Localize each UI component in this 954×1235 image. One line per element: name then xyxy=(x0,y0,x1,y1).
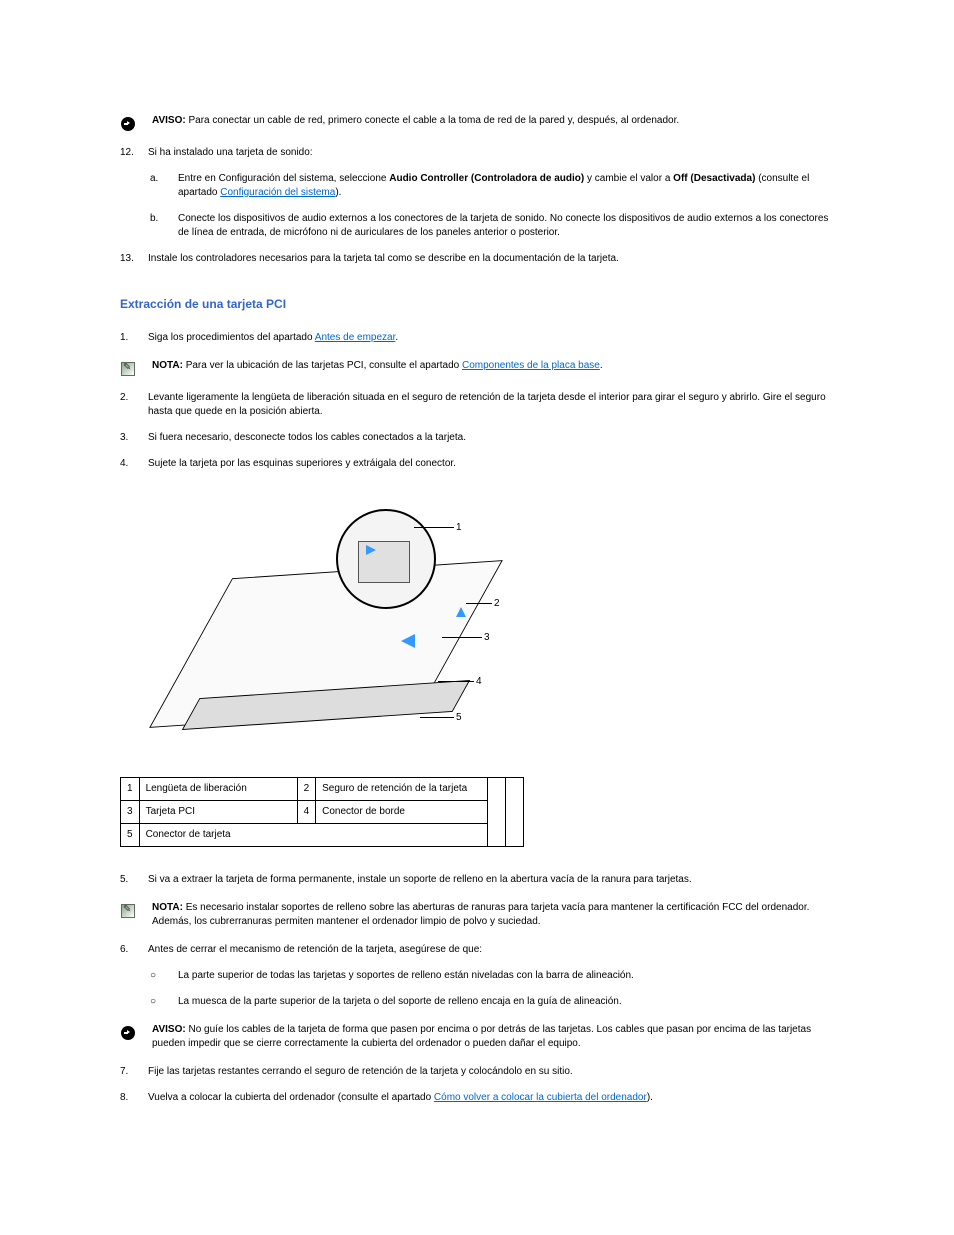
step-body: Si va a extraer la tarjeta de forma perm… xyxy=(148,873,834,887)
link-colocar-cubierta[interactable]: Cómo volver a colocar la cubierta del or… xyxy=(434,1092,647,1103)
diagram-pci-removal: 1 2 3 4 5 xyxy=(166,489,506,749)
step-num: 13. xyxy=(120,252,140,266)
notice-icon xyxy=(120,116,136,132)
nota-label: NOTA: xyxy=(152,360,183,371)
sub-body: La parte superior de todas las tarjetas … xyxy=(178,969,834,983)
callout-5: 5 xyxy=(456,711,462,725)
legend-spacer xyxy=(488,777,506,846)
step-4: 4. Sujete la tarjeta por las esquinas su… xyxy=(120,457,834,471)
step-2: 2. Levante ligeramente la lengüeta de li… xyxy=(120,391,834,419)
text-pre: Siga los procedimientos del apartado xyxy=(148,332,315,343)
step-8: 8. Vuelva a colocar la cubierta del orde… xyxy=(120,1091,834,1105)
nota-soportes-relleno: NOTA: Es necesario instalar soportes de … xyxy=(120,901,834,929)
sub-body: La muesca de la parte superior de la tar… xyxy=(178,995,834,1009)
text-off: Off (Desactivada) xyxy=(673,173,755,184)
step-num: 2. xyxy=(120,391,140,419)
text-post: y cambie el valor a xyxy=(584,173,673,184)
aviso-cables-tarjeta: AVISO: No guíe los cables de la tarjeta … xyxy=(120,1023,834,1051)
step-12a: a. Entre en Configuración del sistema, s… xyxy=(120,172,834,200)
step-num: 12. xyxy=(120,146,140,160)
aviso-label: AVISO: xyxy=(152,1024,186,1035)
callout-3: 3 xyxy=(484,631,490,645)
legend-spacer xyxy=(506,777,524,846)
note-icon xyxy=(120,361,136,377)
step-body: Conecte los dispositivos de audio extern… xyxy=(178,212,834,240)
legend-num: 3 xyxy=(121,800,140,823)
step-body: Instale los controladores necesarios par… xyxy=(148,252,834,266)
text-mid: Audio Controller (Controladora de audio) xyxy=(389,173,584,184)
step-num: 7. xyxy=(120,1065,140,1079)
heading-extraccion-pci: Extracción de una tarjeta PCI xyxy=(120,296,834,313)
link-componentes-placa[interactable]: Componentes de la placa base xyxy=(462,360,600,371)
aviso-text: AVISO: No guíe los cables de la tarjeta … xyxy=(152,1023,834,1051)
text-post: . xyxy=(395,332,398,343)
step-6: 6. Antes de cerrar el mecanismo de reten… xyxy=(120,943,834,957)
step-num: 8. xyxy=(120,1091,140,1105)
step-12: 12. Si ha instalado una tarjeta de sonid… xyxy=(120,146,834,160)
text-pre: Entre en Configuración del sistema, sele… xyxy=(178,173,389,184)
step-num: 1. xyxy=(120,331,140,345)
aviso-cable-red: AVISO: Para conectar un cable de red, pr… xyxy=(120,114,834,132)
step-7: 7. Fije las tarjetas restantes cerrando … xyxy=(120,1065,834,1079)
legend-num: 1 xyxy=(121,777,140,800)
step-body: Antes de cerrar el mecanismo de retenció… xyxy=(148,943,834,957)
bullet: ○ xyxy=(150,995,170,1009)
text-pre: Vuelva a colocar la cubierta del ordenad… xyxy=(148,1092,434,1103)
legend-label: Conector de tarjeta xyxy=(139,823,488,846)
nota-body: Es necesario instalar soportes de rellen… xyxy=(152,902,809,927)
step-1: 1. Siga los procedimientos del apartado … xyxy=(120,331,834,345)
step-num: 6. xyxy=(120,943,140,957)
step-letter: b. xyxy=(150,212,170,240)
legend-label: Conector de borde xyxy=(316,800,488,823)
bullet: ○ xyxy=(150,969,170,983)
note-icon xyxy=(120,903,136,919)
step-5: 5. Si va a extraer la tarjeta de forma p… xyxy=(120,873,834,887)
step-num: 5. xyxy=(120,873,140,887)
text-close: ). xyxy=(335,187,341,198)
nota-text: NOTA: Es necesario instalar soportes de … xyxy=(152,901,834,929)
callout-2: 2 xyxy=(494,597,500,611)
step-body: Si ha instalado una tarjeta de sonido: xyxy=(148,146,834,160)
step-body: Si fuera necesario, desconecte todos los… xyxy=(148,431,834,445)
aviso-body: Para conectar un cable de red, primero c… xyxy=(189,115,680,126)
step-num: 4. xyxy=(120,457,140,471)
aviso-body-post: correctamente la cubierta del ordenador … xyxy=(284,1038,580,1049)
text-post: ). xyxy=(647,1092,653,1103)
notice-icon xyxy=(120,1025,136,1041)
step-num: 3. xyxy=(120,431,140,445)
nota-ubicacion-pci: NOTA: Para ver la ubicación de las tarje… xyxy=(120,359,834,377)
step-body: Fije las tarjetas restantes cerrando el … xyxy=(148,1065,834,1079)
step-body: Levante ligeramente la lengüeta de liber… xyxy=(148,391,834,419)
step-body: Siga los procedimientos del apartado Ant… xyxy=(148,331,834,345)
step-body: Vuelva a colocar la cubierta del ordenad… xyxy=(148,1091,834,1105)
callout-1: 1 xyxy=(456,521,462,535)
legend-label: Lengüeta de liberación xyxy=(139,777,297,800)
step-letter: a. xyxy=(150,172,170,200)
step-13: 13. Instale los controladores necesarios… xyxy=(120,252,834,266)
legend-label: Seguro de retención de la tarjeta xyxy=(316,777,488,800)
link-config-sistema[interactable]: Configuración del sistema xyxy=(220,187,335,198)
diagram-legend-table: 1 Lengüeta de liberación 2 Seguro de ret… xyxy=(120,777,524,847)
step-3: 3. Si fuera necesario, desconecte todos … xyxy=(120,431,834,445)
legend-label: Tarjeta PCI xyxy=(139,800,297,823)
aviso-label: AVISO: xyxy=(152,115,186,126)
table-row: 1 Lengüeta de liberación 2 Seguro de ret… xyxy=(121,777,524,800)
step-body: Sujete la tarjeta por las esquinas super… xyxy=(148,457,834,471)
step-12b: b. Conecte los dispositivos de audio ext… xyxy=(120,212,834,240)
nota-label: NOTA: xyxy=(152,902,183,913)
nota-body-post: . xyxy=(600,360,603,371)
step-body: Entre en Configuración del sistema, sele… xyxy=(178,172,834,200)
step-6-sub2: ○ La muesca de la parte superior de la t… xyxy=(120,995,834,1009)
legend-num: 5 xyxy=(121,823,140,846)
step-6-sub1: ○ La parte superior de todas las tarjeta… xyxy=(120,969,834,983)
table-row: 5 Conector de tarjeta xyxy=(121,823,524,846)
aviso-text: AVISO: Para conectar un cable de red, pr… xyxy=(152,114,834,128)
link-antes-empezar[interactable]: Antes de empezar xyxy=(315,332,396,343)
legend-num: 4 xyxy=(297,800,316,823)
nota-body-pre: Para ver la ubicación de las tarjetas PC… xyxy=(186,360,462,371)
callout-4: 4 xyxy=(476,675,482,689)
table-row: 3 Tarjeta PCI 4 Conector de borde xyxy=(121,800,524,823)
legend-num: 2 xyxy=(297,777,316,800)
nota-text: NOTA: Para ver la ubicación de las tarje… xyxy=(152,359,834,373)
